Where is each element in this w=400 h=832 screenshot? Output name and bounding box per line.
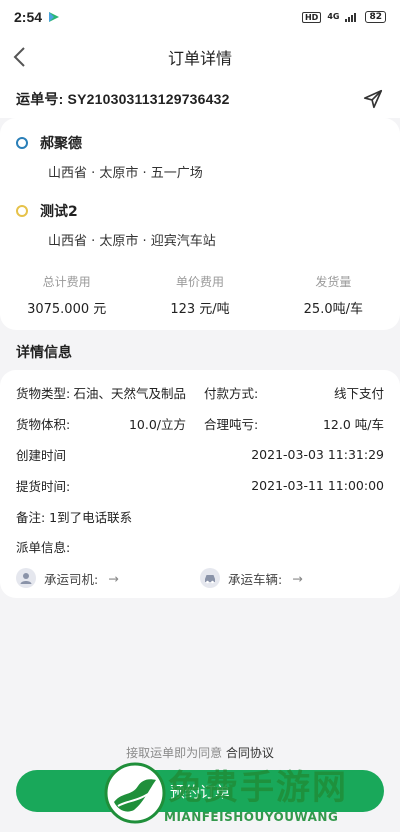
nav-bar: 订单详情 (0, 34, 400, 80)
loss-label: 合理吨亏: (204, 416, 259, 432)
vehicle-arrow-icon: → (292, 570, 303, 586)
reserve-order-button[interactable]: 预约订单 (16, 770, 384, 812)
destination-address: 山西省 · 太原市 · 迎宾汽车站 (48, 234, 216, 249)
dispatch-label: 派单信息: (16, 539, 71, 555)
contract-link[interactable]: 合同协议 (226, 746, 274, 760)
payment-label: 付款方式: (204, 385, 259, 401)
status-bar: 2:54 HD 4G 82 (0, 0, 400, 34)
details-card: 货物类型: 石油、天然气及制品 付款方式: 线下支付 货物体积: 10.0/立方… (0, 370, 400, 598)
route-card: 郝聚德 山西省 · 太原市 · 五一广场 测试2 山西省 · 太原市 · 迎宾汽… (0, 118, 400, 330)
remark-text: 备注: 1到了电话联系 (16, 509, 133, 525)
loss-value: 12.0 吨/车 (322, 416, 384, 432)
vehicle-link[interactable]: 承运车辆: → (200, 568, 303, 588)
cargo-type-label: 货物类型: (16, 385, 71, 401)
destination-dot-icon (16, 205, 28, 217)
details-section-title: 详情信息 (16, 345, 72, 361)
destination-name: 测试2 (40, 204, 78, 220)
origin-stop: 郝聚德 (0, 132, 82, 154)
payment-value: 线下支付 (333, 385, 384, 401)
status-time: 2:54 (14, 9, 43, 25)
detail-row-pickup: 提货时间: 2021-03-11 11:00:00 (16, 475, 384, 495)
detail-row-volume: 货物体积: 10.0/立方 合理吨亏: 12.0 吨/车 (16, 413, 384, 433)
play-store-icon (49, 12, 60, 22)
fee-label: 单价费用 (175, 275, 224, 289)
driver-link[interactable]: 承运司机: → (16, 568, 119, 588)
fee-value: 3075.000 元 (27, 302, 107, 317)
volume-value: 10.0/立方 (128, 416, 186, 432)
origin-address: 山西省 · 太原市 · 五一广场 (48, 166, 203, 181)
back-icon[interactable] (10, 44, 34, 70)
fees-row: 总计费用 3075.000 元 单价费用 123 元/吨 发货量 25.0吨/车 (0, 272, 400, 317)
volume-label: 货物体积: (16, 416, 71, 432)
created-label: 创建时间 (16, 447, 67, 463)
created-value: 2021-03-03 11:31:29 (251, 446, 384, 462)
detail-row-cargo: 货物类型: 石油、天然气及制品 付款方式: 线下支付 (16, 382, 384, 402)
detail-row-remark: 备注: 1到了电话联系 (16, 506, 384, 526)
origin-dot-icon (16, 137, 28, 149)
fee-label: 发货量 (315, 275, 352, 289)
hd-icon: HD (301, 11, 322, 23)
pickup-label: 提货时间: (16, 478, 71, 494)
origin-name: 郝聚德 (40, 136, 82, 152)
order-number: 运单号: SY210303113129736432 (16, 91, 230, 107)
driver-avatar-icon (16, 568, 36, 588)
fee-value: 123 元/吨 (170, 302, 230, 317)
fee-unit: 单价费用 123 元/吨 (133, 272, 266, 317)
driver-label: 承运司机: (44, 571, 99, 587)
order-number-row: 运单号: SY210303113129736432 (0, 80, 400, 118)
destination-stop: 测试2 (0, 200, 78, 222)
network-icon: 4G (327, 12, 340, 21)
pickup-value: 2021-03-11 11:00:00 (251, 477, 384, 493)
watermark-subtitle: MIANFEISHOUYOUWANG (164, 810, 339, 824)
agreement-prefix: 接取运单即为同意 (126, 746, 223, 760)
battery-icon: 82 (365, 11, 386, 23)
detail-row-created: 创建时间 2021-03-03 11:31:29 (16, 444, 384, 464)
cargo-type-value: 石油、天然气及制品 (73, 385, 186, 401)
fee-value: 25.0吨/车 (303, 302, 363, 317)
detail-row-carrier: 承运司机: → 承运车辆: → (16, 567, 384, 589)
car-icon (200, 568, 220, 588)
signal-icon (345, 13, 357, 22)
vehicle-label: 承运车辆: (228, 571, 283, 587)
agreement-text: 接取运单即为同意 合同协议 (0, 744, 400, 761)
fee-total: 总计费用 3075.000 元 (0, 272, 133, 317)
status-icons: HD 4G 82 (301, 11, 386, 23)
fee-label: 总计费用 (42, 275, 91, 289)
page-title: 订单详情 (167, 49, 232, 68)
detail-row-dispatch: 派单信息: (16, 536, 384, 556)
fee-quantity: 发货量 25.0吨/车 (267, 272, 400, 317)
send-icon[interactable] (362, 88, 384, 110)
driver-arrow-icon: → (108, 570, 119, 586)
